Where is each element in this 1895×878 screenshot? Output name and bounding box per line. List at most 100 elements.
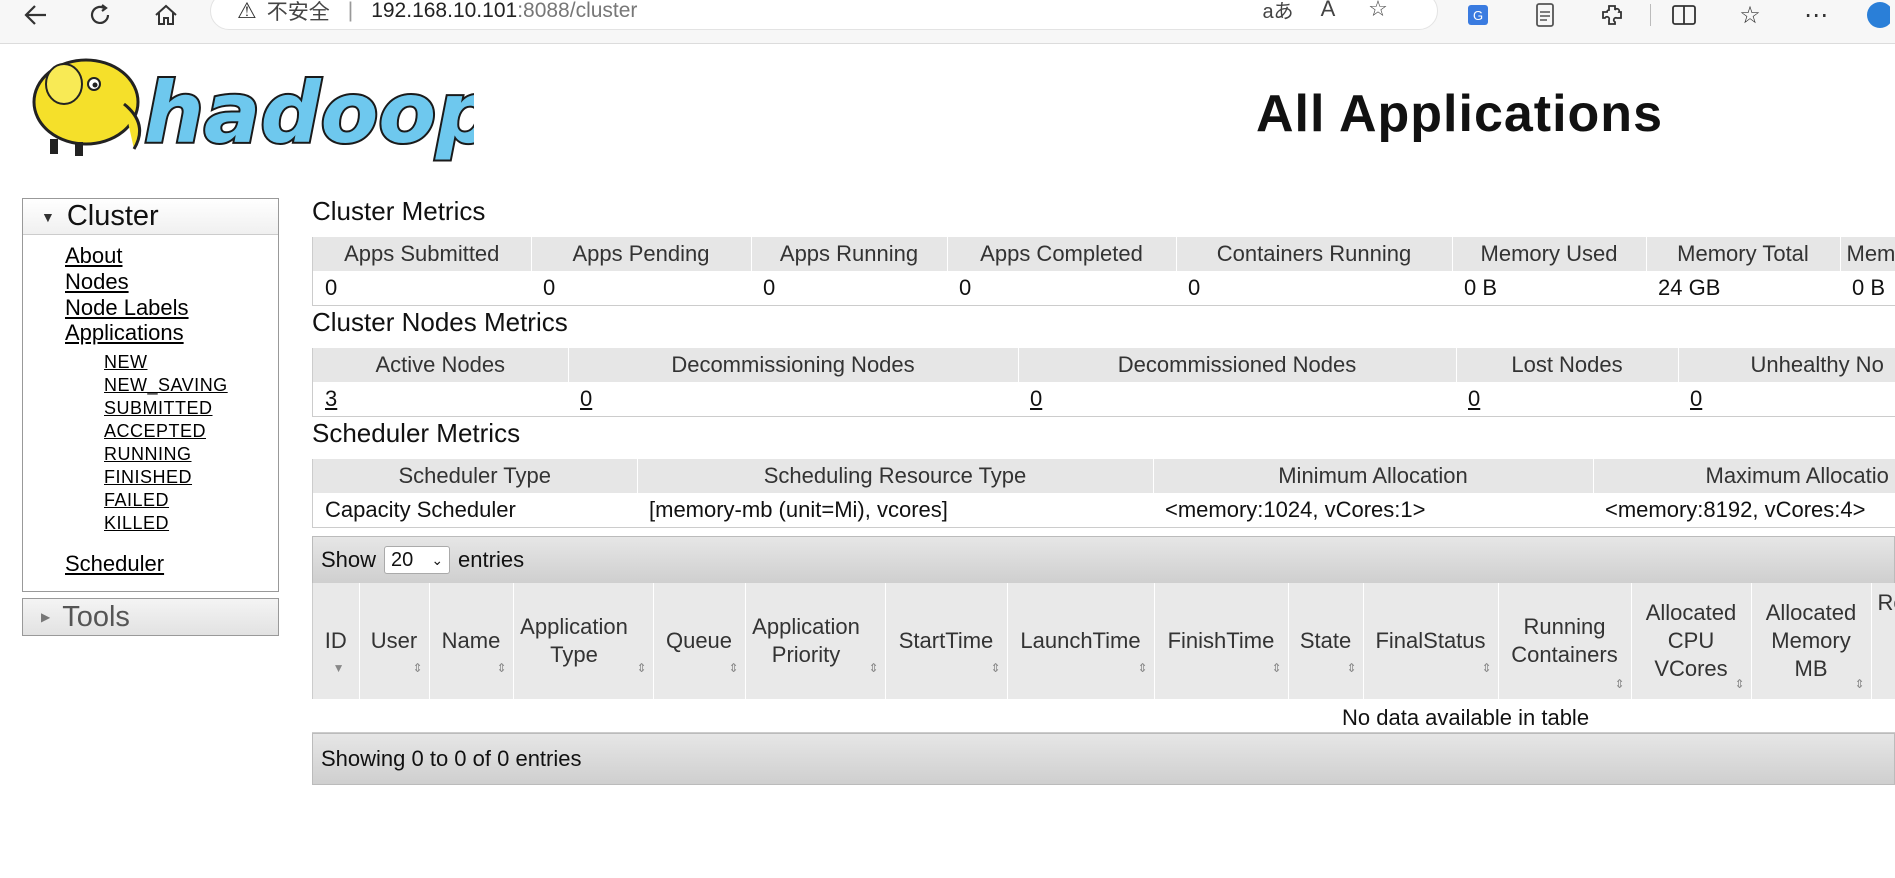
- col-name-label[interactable]: Name: [442, 628, 501, 653]
- sort-icon[interactable]: ⇕: [412, 662, 422, 674]
- sidebar-link-node-labels[interactable]: Node Labels: [65, 295, 189, 321]
- sort-icon[interactable]: ⇕: [636, 662, 646, 674]
- document-icon[interactable]: [1525, 0, 1565, 30]
- col-id-label[interactable]: ID: [325, 628, 347, 653]
- active-nodes-link[interactable]: 3: [313, 382, 568, 417]
- split-screen-icon[interactable]: [1664, 0, 1704, 30]
- app-state-finished[interactable]: FINISHED: [104, 467, 192, 488]
- col-reserved-label[interactable]: Re: [1878, 590, 1895, 615]
- col-application-priority-label[interactable]: Application Priority: [752, 614, 860, 667]
- reader-mode-icon[interactable]: A: [1311, 0, 1345, 23]
- app-state-submitted[interactable]: SUBMITTED: [104, 398, 213, 419]
- app-state-killed[interactable]: KILLED: [104, 513, 169, 534]
- col-application-type-label[interactable]: Application Type: [520, 614, 628, 667]
- lost-nodes-link[interactable]: 0: [1456, 382, 1678, 417]
- copilot-icon[interactable]: [1855, 0, 1895, 30]
- empty-table-message: No data available in table: [1342, 705, 1590, 730]
- page-size-value[interactable]: 20: [391, 549, 413, 572]
- tools-label[interactable]: Tools: [62, 601, 130, 634]
- col-memory-total: Memory Total: [1646, 237, 1841, 271]
- sidebar-link-about[interactable]: About: [65, 243, 123, 269]
- empty-table-row: No data available in table: [312, 701, 1895, 733]
- url-path[interactable]: :8088/cluster: [517, 0, 637, 23]
- expand-triangle-icon[interactable]: ▶: [41, 610, 50, 624]
- address-bar[interactable]: ⚠ 不安全 | 192.168.10.101:8088/cluster aあ A…: [210, 0, 1438, 30]
- sidebar-tools-header[interactable]: ▶ Tools: [22, 598, 279, 636]
- col-decommissioning-nodes: Decommissioning Nodes: [568, 348, 1019, 382]
- refresh-icon[interactable]: [78, 0, 122, 30]
- cluster-metrics-value-row: 0 0 0 0 0 0 B 24 GB 0 B: [313, 271, 1895, 306]
- col-start-time[interactable]: StartTime ⇕: [885, 583, 1008, 699]
- app-state-failed[interactable]: FAILED: [104, 490, 169, 511]
- sidebar-link-nodes[interactable]: Nodes: [65, 269, 129, 295]
- collapse-triangle-icon[interactable]: ▼: [41, 209, 55, 225]
- sort-icon[interactable]: ⇕: [1734, 678, 1744, 690]
- app-state-new-saving[interactable]: NEW_SAVING: [104, 375, 228, 396]
- col-unhealthy-nodes: Unhealthy No: [1678, 348, 1895, 382]
- col-application-type[interactable]: Application Type ⇕: [513, 583, 654, 699]
- sort-icon[interactable]: ⇕: [1481, 662, 1491, 674]
- warning-icon[interactable]: ⚠: [237, 0, 257, 24]
- sidebar-link-applications[interactable]: Applications: [65, 320, 184, 346]
- security-label[interactable]: 不安全: [267, 0, 330, 26]
- col-reserved[interactable]: Re: [1871, 583, 1895, 699]
- col-application-priority[interactable]: Application Priority ⇕: [745, 583, 886, 699]
- cluster-section-header[interactable]: ▼ Cluster: [23, 199, 278, 235]
- hadoop-logo: hadoop: [24, 54, 498, 164]
- col-allocated-cpu-vcores[interactable]: Allocated CPU VCores ⇕: [1631, 583, 1752, 699]
- sort-icon[interactable]: ⇕: [1137, 662, 1147, 674]
- sidebar-link-scheduler[interactable]: Scheduler: [65, 551, 164, 577]
- sort-icon[interactable]: ⇕: [990, 662, 1000, 674]
- col-launch-time[interactable]: LaunchTime ⇕: [1007, 583, 1155, 699]
- col-start-time-label[interactable]: StartTime: [899, 628, 994, 653]
- col-user-label[interactable]: User: [371, 628, 417, 653]
- sort-icon[interactable]: ⇕: [868, 662, 878, 674]
- col-minimum-allocation: Minimum Allocation: [1153, 459, 1594, 493]
- app-state-accepted[interactable]: ACCEPTED: [104, 421, 206, 442]
- page-size-select[interactable]: 20 ⌄: [384, 546, 451, 574]
- col-launch-time-label[interactable]: LaunchTime: [1020, 628, 1140, 653]
- sort-icon[interactable]: ⇕: [496, 662, 506, 674]
- col-state[interactable]: State ⇕: [1288, 583, 1364, 699]
- scheduler-metrics-title: Scheduler Metrics: [312, 418, 521, 448]
- unhealthy-nodes-link[interactable]: 0: [1678, 382, 1895, 417]
- app-state-new[interactable]: NEW: [104, 352, 148, 373]
- col-queue[interactable]: Queue ⇕: [653, 583, 746, 699]
- col-final-status[interactable]: FinalStatus ⇕: [1363, 583, 1499, 699]
- sort-icon[interactable]: ⇕: [1854, 678, 1864, 690]
- more-menu-icon[interactable]: ⋯: [1796, 0, 1836, 30]
- col-running-containers[interactable]: Running Containers ⇕: [1498, 583, 1632, 699]
- sort-desc-icon[interactable]: ▼: [333, 662, 345, 674]
- sort-icon[interactable]: ⇕: [728, 662, 738, 674]
- favorite-star-icon[interactable]: ☆: [1361, 0, 1395, 23]
- extensions-icon[interactable]: [1592, 0, 1632, 30]
- cluster-label[interactable]: Cluster: [67, 200, 159, 233]
- col-final-status-label[interactable]: FinalStatus: [1375, 628, 1485, 653]
- col-user[interactable]: User ⇕: [359, 583, 430, 699]
- read-aloud-icon[interactable]: aあ: [1261, 0, 1295, 23]
- url-host[interactable]: 192.168.10.101: [371, 0, 517, 23]
- col-allocated-cpu-vcores-label[interactable]: Allocated CPU VCores: [1646, 600, 1737, 681]
- col-id[interactable]: ID ▼: [313, 583, 360, 699]
- home-icon[interactable]: [144, 0, 188, 30]
- col-queue-label[interactable]: Queue: [666, 628, 732, 653]
- app-state-running[interactable]: RUNNING: [104, 444, 192, 465]
- col-allocated-memory-mb[interactable]: Allocated Memory MB ⇕: [1751, 583, 1872, 699]
- decommissioned-nodes-link[interactable]: 0: [1018, 382, 1456, 417]
- col-finish-time[interactable]: FinishTime ⇕: [1154, 583, 1289, 699]
- col-name[interactable]: Name ⇕: [429, 583, 514, 699]
- chevron-down-icon[interactable]: ⌄: [431, 552, 443, 569]
- scheduler-metrics-value-row: Capacity Scheduler [memory-mb (unit=Mi),…: [313, 493, 1895, 528]
- col-allocated-memory-mb-label[interactable]: Allocated Memory MB: [1766, 600, 1857, 681]
- back-icon[interactable]: [14, 0, 58, 30]
- col-finish-time-label[interactable]: FinishTime: [1168, 628, 1275, 653]
- translate-icon[interactable]: G: [1458, 0, 1498, 30]
- col-running-containers-label[interactable]: Running Containers: [1511, 614, 1617, 667]
- sort-icon[interactable]: ⇕: [1346, 662, 1356, 674]
- sort-icon[interactable]: ⇕: [1271, 662, 1281, 674]
- col-state-label[interactable]: State: [1300, 628, 1351, 653]
- sort-icon[interactable]: ⇕: [1614, 678, 1624, 690]
- scheduler-metrics-header-row: Scheduler Type Scheduling Resource Type …: [313, 459, 1895, 493]
- favorites-icon[interactable]: ☆: [1730, 0, 1770, 30]
- decommissioning-nodes-link[interactable]: 0: [568, 382, 1018, 417]
